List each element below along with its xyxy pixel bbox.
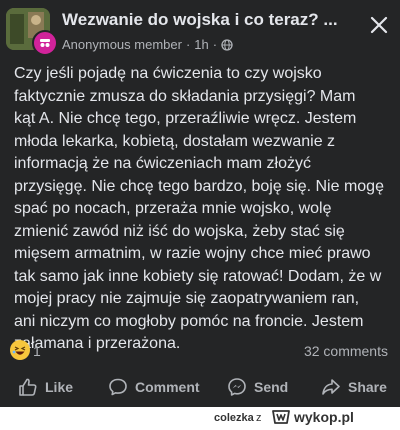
comment-count[interactable]: 32 comments xyxy=(304,343,388,359)
post-body: Czy jeśli pojadę na ćwiczenia to czy woj… xyxy=(14,65,384,352)
wykop-logo[interactable]: wykop.pl xyxy=(270,409,354,425)
anonymous-avatar[interactable] xyxy=(32,30,58,56)
action-bar: Like Comment Send Share xyxy=(0,370,400,404)
post-time[interactable]: 1h xyxy=(194,37,208,52)
close-icon xyxy=(370,16,388,34)
globe-icon xyxy=(221,38,233,51)
thumbs-up-icon xyxy=(19,378,37,396)
reaction-count[interactable]: 1 xyxy=(33,343,41,359)
share-icon xyxy=(322,379,340,395)
meta-separator: · xyxy=(185,37,191,52)
watermark-footer: colezka z wykop.pl xyxy=(0,407,400,430)
haha-emoji-icon[interactable] xyxy=(10,340,30,360)
post-header: Wezwanie do wojska i co teraz? ... Anony… xyxy=(0,0,400,58)
author-name[interactable]: Anonymous member xyxy=(62,37,182,52)
post-card: Wezwanie do wojska i co teraz? ... Anony… xyxy=(0,0,400,407)
share-label: Share xyxy=(348,379,387,395)
like-button[interactable]: Like xyxy=(18,370,73,404)
reactions-bar: 1 32 comments xyxy=(10,340,390,362)
wykop-text: wykop.pl xyxy=(294,409,354,425)
share-button[interactable]: Share xyxy=(321,370,387,404)
footer-z: z xyxy=(256,412,262,424)
wykop-logo-icon xyxy=(272,410,290,424)
comment-button[interactable]: Comment xyxy=(108,370,200,404)
like-label: Like xyxy=(45,379,74,395)
footer-username[interactable]: colezka xyxy=(214,412,254,424)
comment-icon xyxy=(109,378,127,396)
post-title[interactable]: Wezwanie do wojska i co teraz? ... xyxy=(62,10,338,30)
send-button[interactable]: Send xyxy=(227,370,288,404)
anonymous-icon xyxy=(40,39,50,47)
meta-separator-2: · xyxy=(212,37,218,52)
send-label: Send xyxy=(254,379,289,395)
close-button[interactable] xyxy=(366,12,392,38)
laugh-face-icon xyxy=(10,340,30,360)
comment-label: Comment xyxy=(135,379,200,395)
messenger-icon xyxy=(228,378,246,396)
post-meta: Anonymous member · 1h · xyxy=(62,37,233,52)
